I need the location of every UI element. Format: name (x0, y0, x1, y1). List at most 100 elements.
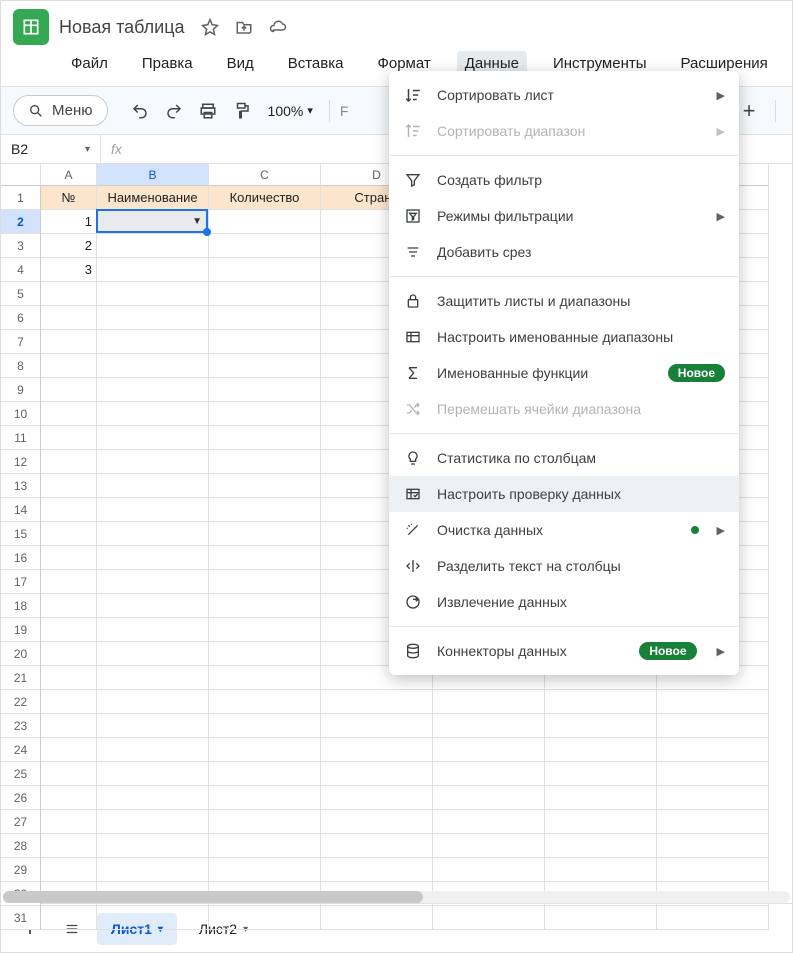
row-header[interactable]: 8 (1, 354, 41, 378)
cell[interactable] (41, 402, 97, 426)
cell[interactable]: 3 (41, 258, 97, 282)
cell[interactable] (41, 426, 97, 450)
cell[interactable] (97, 594, 209, 618)
cell[interactable] (97, 234, 209, 258)
cell[interactable] (97, 210, 209, 234)
row-header[interactable]: 26 (1, 786, 41, 810)
cell[interactable] (321, 738, 433, 762)
cell[interactable] (97, 450, 209, 474)
cell[interactable] (321, 690, 433, 714)
cell[interactable] (209, 498, 321, 522)
cell[interactable] (545, 762, 657, 786)
cell[interactable] (97, 354, 209, 378)
cell[interactable] (97, 810, 209, 834)
cell[interactable] (209, 426, 321, 450)
cell[interactable] (41, 786, 97, 810)
cell[interactable] (41, 906, 97, 930)
row-header[interactable]: 17 (1, 570, 41, 594)
print-button[interactable] (194, 97, 222, 125)
cell[interactable] (209, 642, 321, 666)
row-header[interactable]: 19 (1, 618, 41, 642)
row-header[interactable]: 20 (1, 642, 41, 666)
cell[interactable] (657, 906, 769, 930)
cell[interactable] (97, 378, 209, 402)
row-header[interactable]: 13 (1, 474, 41, 498)
cell[interactable] (209, 546, 321, 570)
cell[interactable] (97, 906, 209, 930)
cell[interactable] (321, 858, 433, 882)
cell[interactable] (41, 570, 97, 594)
column-header-B[interactable]: B (97, 164, 209, 186)
cell[interactable] (545, 834, 657, 858)
row-header[interactable]: 7 (1, 330, 41, 354)
menu-create-filter[interactable]: Создать фильтр (389, 162, 739, 198)
cell[interactable] (41, 618, 97, 642)
cell[interactable] (41, 858, 97, 882)
cell[interactable] (41, 834, 97, 858)
cell[interactable] (321, 834, 433, 858)
cloud-icon[interactable] (267, 18, 289, 36)
cell[interactable] (41, 498, 97, 522)
sheets-logo[interactable] (13, 9, 49, 45)
row-header[interactable]: 2 (1, 210, 41, 234)
row-header[interactable]: 11 (1, 426, 41, 450)
cell[interactable] (321, 906, 433, 930)
cell[interactable] (657, 858, 769, 882)
cell[interactable] (433, 810, 545, 834)
column-header-C[interactable]: C (209, 164, 321, 186)
row-header[interactable]: 18 (1, 594, 41, 618)
cell[interactable] (97, 498, 209, 522)
zoom-select[interactable]: 100% ▾ (262, 103, 319, 119)
cell[interactable] (41, 642, 97, 666)
cell[interactable] (657, 738, 769, 762)
cell[interactable] (97, 306, 209, 330)
cell[interactable] (41, 522, 97, 546)
cell[interactable] (97, 522, 209, 546)
cell[interactable] (41, 690, 97, 714)
menu-insert[interactable]: Вставка (280, 51, 352, 76)
cell[interactable] (321, 786, 433, 810)
menu-split-text[interactable]: Разделить текст на столбцы (389, 548, 739, 584)
cell[interactable] (545, 714, 657, 738)
cell[interactable] (97, 666, 209, 690)
cell[interactable] (209, 282, 321, 306)
menu-sort-sheet[interactable]: Сортировать лист ▶ (389, 77, 739, 113)
row-header[interactable]: 24 (1, 738, 41, 762)
cell[interactable] (41, 546, 97, 570)
row-header[interactable]: 16 (1, 546, 41, 570)
cell[interactable] (321, 810, 433, 834)
cell[interactable] (657, 690, 769, 714)
row-header[interactable]: 4 (1, 258, 41, 282)
cell[interactable] (97, 282, 209, 306)
cell[interactable] (209, 594, 321, 618)
cell[interactable] (209, 666, 321, 690)
cell[interactable] (209, 354, 321, 378)
cell[interactable] (545, 690, 657, 714)
cell[interactable] (545, 786, 657, 810)
cell[interactable] (209, 474, 321, 498)
cell[interactable] (657, 810, 769, 834)
cell[interactable] (545, 738, 657, 762)
cell[interactable] (209, 210, 321, 234)
cell[interactable] (433, 762, 545, 786)
cell[interactable] (209, 306, 321, 330)
cell[interactable] (97, 474, 209, 498)
cell[interactable]: № (41, 186, 97, 210)
cell[interactable] (41, 762, 97, 786)
undo-button[interactable] (126, 97, 154, 125)
menu-connectors[interactable]: Коннекторы данных Новое ▶ (389, 633, 739, 669)
cell[interactable] (209, 234, 321, 258)
row-header[interactable]: 22 (1, 690, 41, 714)
cell[interactable] (209, 762, 321, 786)
cell[interactable]: Количество (209, 186, 321, 210)
star-icon[interactable] (199, 18, 221, 36)
row-header[interactable]: 28 (1, 834, 41, 858)
redo-button[interactable] (160, 97, 188, 125)
cell[interactable] (209, 858, 321, 882)
cell[interactable] (209, 378, 321, 402)
cell[interactable] (41, 738, 97, 762)
cell[interactable]: Наименование (97, 186, 209, 210)
row-header[interactable]: 15 (1, 522, 41, 546)
menu-search-pill[interactable]: Меню (13, 95, 108, 126)
cell[interactable] (209, 690, 321, 714)
